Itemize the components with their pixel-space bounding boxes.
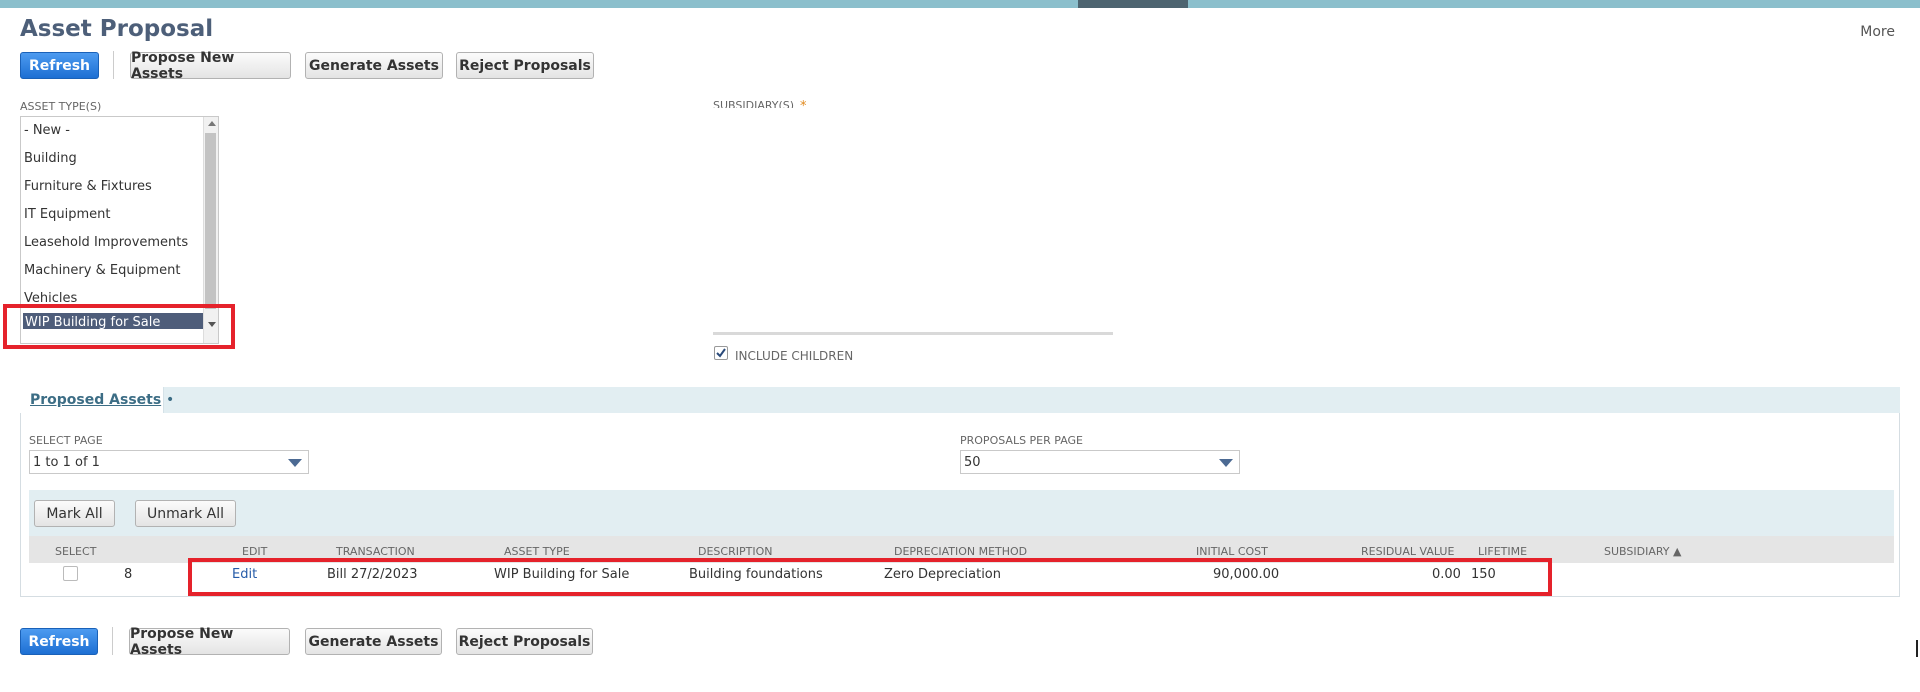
listbox-scroll-thumb[interactable]: [205, 133, 216, 309]
tab-label-text: Proposed Assets: [30, 392, 162, 408]
scroll-up-arrow-icon[interactable]: [208, 121, 216, 126]
generate-assets-button[interactable]: Generate Assets: [305, 52, 443, 79]
top-accent-bar: [0, 0, 1920, 8]
check-icon: [716, 348, 726, 358]
chevron-down-icon: [1219, 459, 1233, 467]
header-initial-cost: INITIAL COST: [1196, 545, 1268, 558]
include-children-checkbox[interactable]: [714, 346, 728, 360]
top-accent-segment: [1078, 0, 1188, 8]
more-link[interactable]: More: [1860, 24, 1895, 40]
asset-type-option[interactable]: - New -: [24, 123, 70, 138]
header-description: DESCRIPTION: [698, 545, 773, 558]
asset-type-option[interactable]: Furniture & Fixtures: [24, 179, 152, 194]
asset-type-option[interactable]: Leasehold Improvements: [24, 235, 188, 250]
mark-all-button[interactable]: Mark All: [34, 500, 115, 527]
refresh-button-bottom[interactable]: Refresh: [20, 628, 98, 655]
subsidiary-label: SUBSIDIARY(S): [713, 99, 795, 108]
refresh-button[interactable]: Refresh: [20, 52, 99, 79]
reject-proposals-button-bottom[interactable]: Reject Proposals: [456, 628, 593, 655]
toolbar-separator: [113, 51, 114, 79]
asset-type-option[interactable]: IT Equipment: [24, 207, 110, 222]
header-residual-value: RESIDUAL VALUE: [1361, 545, 1455, 558]
select-page-value: 1 to 1 of 1: [33, 455, 100, 470]
asset-types-label: ASSET TYPE(S): [20, 100, 102, 113]
highlight-box-asset-type: [3, 304, 235, 349]
subsidiary-listbox-border: [713, 332, 1113, 335]
header-depreciation-method: DEPRECIATION METHOD: [894, 545, 1028, 558]
tab-dot: •: [166, 392, 175, 408]
chevron-down-icon: [288, 459, 302, 467]
header-transaction: TRANSACTION: [336, 545, 415, 558]
header-lifetime: LIFETIME: [1478, 545, 1528, 558]
mark-bar: [29, 490, 1894, 536]
required-mark: *: [800, 99, 807, 114]
row-number: 8: [124, 567, 133, 582]
per-page-dropdown[interactable]: 50: [960, 450, 1240, 474]
generate-assets-button-bottom[interactable]: Generate Assets: [305, 628, 442, 655]
include-children-label: INCLUDE CHILDREN: [735, 349, 854, 363]
reject-proposals-button[interactable]: Reject Proposals: [456, 52, 594, 79]
asset-type-option[interactable]: Vehicles: [24, 291, 77, 304]
unmark-all-button[interactable]: Unmark All: [135, 500, 236, 527]
select-page-label: SELECT PAGE: [29, 434, 103, 447]
per-page-value: 50: [964, 455, 981, 470]
select-page-dropdown[interactable]: 1 to 1 of 1: [29, 450, 309, 474]
header-subsidiary-sorted[interactable]: SUBSIDIARY ▲: [1604, 545, 1681, 558]
tab-proposed-assets-label[interactable]: Proposed Assets •: [30, 392, 174, 408]
propose-new-assets-button-bottom[interactable]: Propose New Assets: [129, 626, 290, 658]
tab-strip: [20, 387, 1900, 413]
header-select: SELECT: [55, 545, 97, 558]
text-cursor: [1916, 640, 1918, 657]
asset-type-option[interactable]: Building: [24, 151, 77, 166]
toolbar-separator-bottom: [112, 627, 113, 655]
page-title: Asset Proposal: [20, 16, 214, 42]
asset-type-option[interactable]: Machinery & Equipment: [24, 263, 180, 278]
header-asset-type: ASSET TYPE: [504, 545, 570, 558]
highlight-box-proposal-row: [188, 558, 1552, 596]
row-select-checkbox[interactable]: [63, 566, 78, 581]
propose-new-assets-button[interactable]: Propose New Assets: [130, 50, 291, 82]
header-edit: EDIT: [242, 545, 268, 558]
per-page-label: PROPOSALS PER PAGE: [960, 434, 1084, 447]
